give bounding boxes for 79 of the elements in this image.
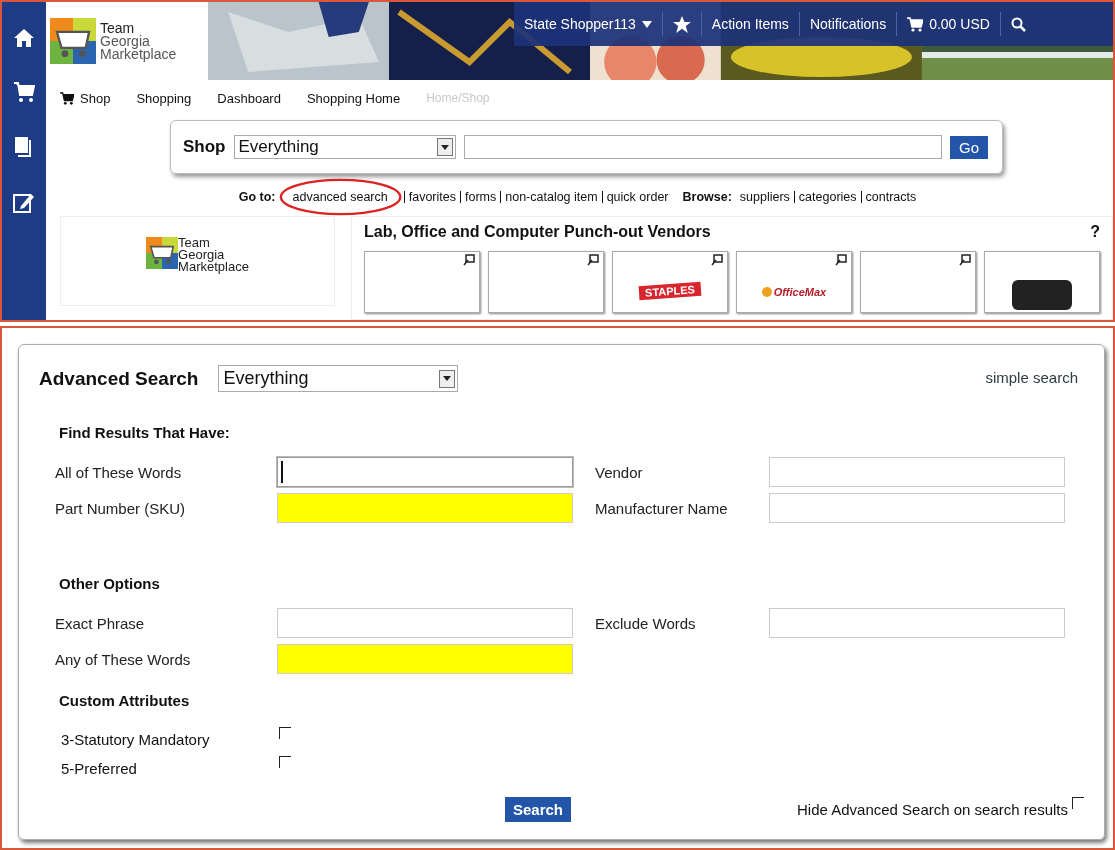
star-icon[interactable] (672, 15, 691, 33)
simple-search-link[interactable]: simple search (985, 369, 1078, 386)
input-field[interactable] (277, 608, 573, 638)
popout-icon (835, 254, 847, 266)
vendor-tile[interactable]: OfficeMax (736, 251, 852, 313)
option-label: 5-Preferred (61, 760, 138, 777)
shop-label: Shop (183, 137, 226, 157)
top-link[interactable]: Action Items (700, 12, 799, 36)
browse-link[interactable]: suppliers (735, 191, 794, 203)
caret-icon (440, 144, 449, 150)
cart-logo-icon (50, 18, 96, 64)
popout-icon (711, 254, 723, 266)
option-label: 3-Statutory Mandatory (61, 731, 211, 748)
goto-link[interactable]: favorites (403, 191, 460, 203)
home-icon[interactable] (13, 28, 35, 48)
field-label: Any of These Words (54, 650, 192, 668)
caret-icon (443, 376, 452, 381)
checkbox[interactable] (279, 756, 291, 768)
checkbox[interactable] (279, 727, 291, 739)
input-field[interactable] (769, 493, 1065, 523)
nav-link[interactable]: Shop (60, 90, 111, 106)
cart-icon (907, 16, 924, 32)
vendor-logo: OfficeMax (761, 286, 827, 298)
documents-icon[interactable] (14, 136, 34, 158)
vendors-title: Lab, Office and Computer Punch-out Vendors (364, 223, 711, 241)
popout-icon (959, 254, 971, 266)
vendor-tile[interactable] (488, 251, 604, 313)
vendor-logo (1012, 280, 1072, 310)
input-field[interactable] (277, 644, 573, 674)
cart-total[interactable]: 0.00 USD (896, 12, 1000, 36)
help-link[interactable]: ? (1090, 223, 1100, 241)
logo-text: Team Georgia Marketplace (100, 21, 177, 61)
goto-label: Go to: (238, 190, 276, 204)
vendor-tile[interactable] (860, 251, 976, 313)
nav-link[interactable]: Shopping (136, 90, 192, 106)
cart-logo-icon (146, 237, 179, 269)
vendor-tile[interactable] (984, 251, 1100, 313)
search-icon[interactable] (1010, 16, 1026, 32)
scope-dropdown[interactable]: Everything (218, 365, 459, 392)
scope-dropdown[interactable]: Everything (233, 135, 456, 159)
top-link[interactable]: Notifications (798, 12, 897, 36)
section-heading: Find Results That Have: (59, 424, 231, 441)
field-label: Part Number (SKU) (54, 499, 187, 517)
option-label: Hide Advanced Search on search results (797, 801, 1068, 818)
cart-icon[interactable] (13, 81, 35, 103)
go-button[interactable]: Go (950, 135, 988, 159)
field-label: Exclude Words (595, 614, 697, 632)
search-button[interactable]: Search (505, 797, 572, 822)
goto-link[interactable]: forms (460, 191, 501, 203)
field-label: All of These Words (54, 463, 183, 481)
input-field[interactable] (277, 457, 573, 487)
field-label: Vendor (595, 463, 644, 481)
input-field[interactable] (769, 608, 1065, 638)
search-field[interactable] (463, 135, 942, 159)
field-label: Exact Phrase (54, 614, 146, 632)
field-label: Manufacturer Name (595, 499, 729, 517)
section-heading: Other Options (59, 575, 161, 592)
logo-text: Team Georgia Marketplace (178, 237, 249, 273)
caret-icon (641, 20, 652, 28)
nav-link[interactable]: Shopping Home (306, 90, 401, 106)
checkbox[interactable] (1072, 797, 1084, 809)
input-field[interactable] (277, 493, 573, 523)
vendor-logo: STAPLES (638, 281, 702, 301)
browse-link[interactable]: categories (793, 191, 861, 203)
nav-link[interactable]: Dashboard (217, 90, 281, 106)
section-heading: Custom Attributes (59, 692, 191, 709)
input-field[interactable] (769, 457, 1065, 487)
user-menu[interactable]: State Shopper113 (514, 12, 662, 36)
browse-link[interactable]: contracts (860, 191, 921, 203)
vendor-tile[interactable]: STAPLES (612, 251, 728, 313)
vendor-tile[interactable] (364, 251, 480, 313)
cart-icon (60, 91, 74, 105)
popout-icon (587, 254, 599, 266)
goto-link[interactable]: quick order (601, 191, 673, 203)
edit-icon[interactable] (13, 191, 35, 213)
advanced-search-title: Advanced Search (39, 367, 199, 390)
browse-label: Browse: (682, 190, 732, 204)
popout-icon (463, 254, 475, 266)
goto-link[interactable]: non-catalog item (500, 191, 602, 203)
